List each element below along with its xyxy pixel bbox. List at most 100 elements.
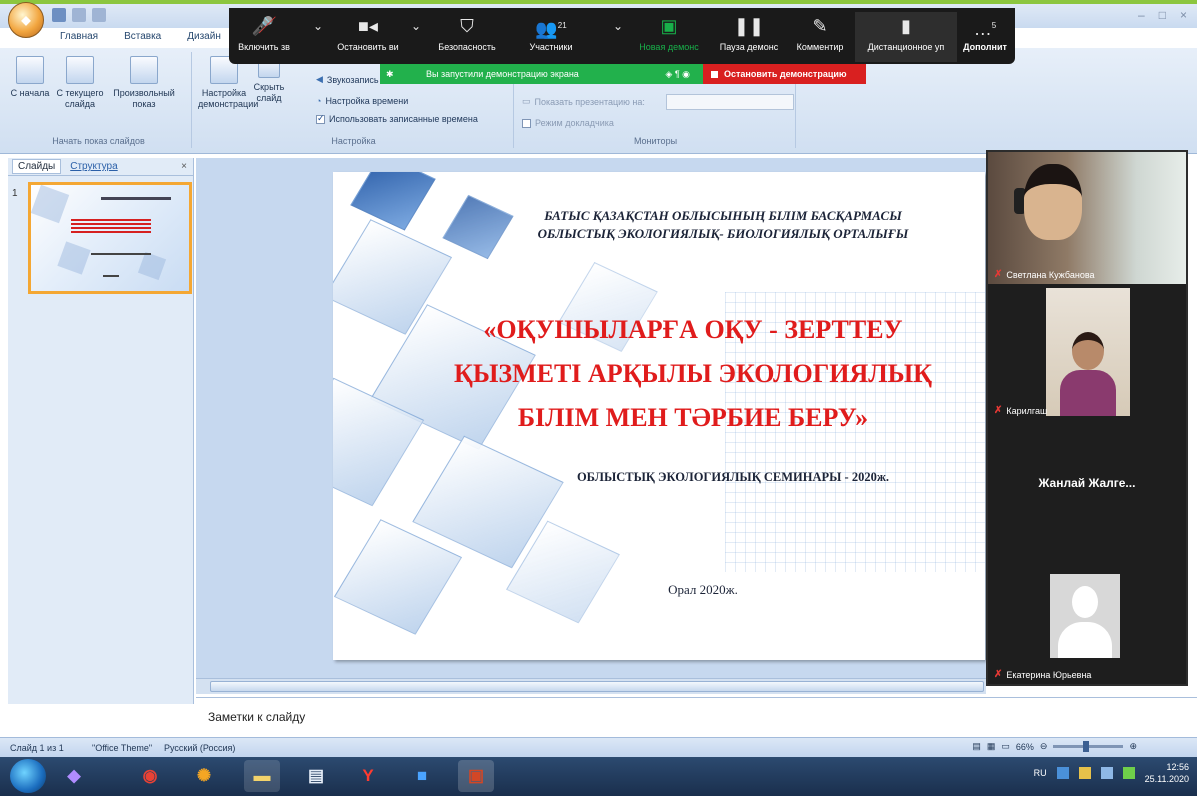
- participants-button[interactable]: 👥21 Участники: [511, 12, 591, 52]
- shield-tray-icon[interactable]: [1078, 767, 1091, 779]
- status-theme: "Office Theme": [92, 743, 153, 753]
- custom-show-icon: [130, 56, 158, 84]
- participant-video: [1046, 288, 1130, 416]
- new-share-button[interactable]: ▣ Новая демонс: [631, 12, 707, 52]
- horizontal-scrollbar[interactable]: [196, 678, 986, 694]
- scrollbar-thumb[interactable]: [210, 681, 984, 692]
- title-line-1: «ОҚУШЫЛАРҒА ОҚУ - ЗЕРТТЕУ: [483, 315, 903, 344]
- start-button[interactable]: [10, 759, 46, 793]
- slideshow-current-icon: [66, 56, 94, 84]
- pause-icon: ❚❚: [733, 16, 765, 36]
- custom-show-button[interactable]: Произвольный показ: [112, 56, 176, 110]
- view-show-icon[interactable]: ▭: [1001, 741, 1010, 752]
- zoom-slider[interactable]: [1053, 741, 1124, 752]
- taskbar: ◆ ◉ ✺ ▬ ▤ Y ■ ▣ RU 12:56 25.11.2020: [0, 757, 1197, 796]
- city-year: Орал 2020ж.: [668, 582, 738, 597]
- record-narration[interactable]: ◀ Звукозапись: [316, 74, 379, 85]
- tab-home[interactable]: Главная: [56, 28, 102, 48]
- video-options-caret[interactable]: ⌄: [407, 12, 425, 42]
- presenter-view-checkbox[interactable]: Режим докладчика: [522, 118, 614, 128]
- notepad-icon[interactable]: ▤: [298, 760, 334, 792]
- security-button[interactable]: ⛉ Безопасность: [429, 12, 505, 52]
- audio-options-caret[interactable]: ⌄: [309, 12, 327, 42]
- zoom-toolbar: 🎤／ Включить зв ⌄ ■◂ Остановить ви ⌄ ⛉ Бе…: [229, 8, 1015, 64]
- tab-design[interactable]: Дизайн: [183, 28, 225, 48]
- mic-muted-icon: 🎤／: [251, 16, 277, 36]
- system-tray: RU 12:56 25.11.2020: [1034, 761, 1189, 785]
- participant-tile[interactable]: ✗ Карилгаш: [988, 288, 1186, 420]
- office-button[interactable]: ◆: [8, 2, 44, 38]
- participants-panel: ✗ Светлана Кужбанова ✗ Карилгаш Жанлай Ж…: [986, 150, 1188, 686]
- network-icon[interactable]: [1056, 767, 1069, 779]
- slide[interactable]: БАТЫС ҚАЗАҚСТАН ОБЛЫСЫНЫҢ БІЛІМ БАСҚАРМА…: [333, 172, 985, 660]
- zoom-out-icon[interactable]: ⊖: [1040, 741, 1048, 752]
- powerpoint-icon[interactable]: ▣: [458, 760, 494, 792]
- setup-show-button[interactable]: Настройка демонстрации: [198, 56, 258, 110]
- app-icon[interactable]: ◆: [56, 760, 92, 792]
- chevron-down-icon: ⌄: [410, 19, 422, 33]
- close-button[interactable]: ×: [1180, 8, 1187, 22]
- clock[interactable]: 12:56 25.11.2020: [1145, 761, 1189, 785]
- more-button[interactable]: …5 Дополнит: [957, 12, 1013, 52]
- save-icon[interactable]: [52, 8, 66, 22]
- from-beginning-button[interactable]: С начала: [10, 56, 50, 99]
- participant-tile[interactable]: ✗ Екатерина Юрьевна: [988, 556, 1186, 684]
- pin-icon: ✱: [386, 68, 394, 79]
- battery-icon[interactable]: [1122, 767, 1135, 779]
- tab-outline[interactable]: Структура: [65, 160, 122, 173]
- participant-name-display: Жанлай Жалге...: [1038, 476, 1136, 490]
- checkbox[interactable]: [522, 118, 531, 128]
- narration-icon: ◀: [316, 74, 323, 84]
- group-start-show: С начала С текущего слайда Произвольный …: [6, 52, 192, 148]
- use-timings-checkbox[interactable]: Использовать записанные времена: [316, 113, 478, 124]
- stop-share-button[interactable]: Остановить демонстрацию: [703, 64, 866, 84]
- group-start-label: Начать показ слайдов: [52, 136, 145, 146]
- notes-pane[interactable]: Заметки к слайду: [196, 697, 1197, 735]
- video-icon: ■◂: [358, 16, 378, 36]
- window-controls: – □ ×: [1138, 8, 1187, 22]
- unmute-button[interactable]: 🎤／ Включить зв: [231, 12, 297, 52]
- rehearse-timings[interactable]: ◔ Настройка времени: [316, 96, 408, 106]
- minimize-button[interactable]: –: [1138, 8, 1145, 22]
- annotate-button[interactable]: ✎ Комментир: [789, 12, 851, 52]
- volume-icon[interactable]: [1100, 767, 1113, 779]
- close-pane-icon[interactable]: ×: [181, 161, 187, 172]
- ribbon-tabs: Главная Вставка Дизайн: [56, 28, 225, 48]
- zoom-in-icon[interactable]: ⊕: [1129, 741, 1137, 752]
- tab-slides[interactable]: Слайды: [12, 159, 62, 174]
- participants-caret[interactable]: ⌄: [609, 12, 627, 42]
- monitor-icon: ▭: [522, 96, 531, 106]
- redo-icon[interactable]: [92, 8, 106, 22]
- chrome-icon[interactable]: ◉: [132, 760, 168, 792]
- decor-cube: [442, 194, 514, 260]
- remote-control-button[interactable]: ▮ Дистанционное уп: [855, 12, 957, 62]
- mic-muted-icon: ✗: [994, 269, 1003, 280]
- language-indicator[interactable]: RU: [1034, 768, 1047, 778]
- participant-tile[interactable]: Жанлай Жалге...: [988, 424, 1186, 552]
- undo-icon[interactable]: [72, 8, 86, 22]
- share-status-icons: ◈ ¶ ◉: [665, 68, 690, 79]
- header-line-2: ОБЛЫСТЫҚ ЭКОЛОГИЯЛЫҚ- БИОЛОГИЯЛЫҚ ОРТАЛЫ…: [537, 226, 909, 241]
- stop-video-button[interactable]: ■◂ Остановить ви: [333, 12, 403, 52]
- tab-insert[interactable]: Вставка: [120, 28, 165, 48]
- status-language: Русский (Россия): [164, 743, 236, 753]
- checkbox[interactable]: [316, 113, 325, 124]
- yandex-icon[interactable]: Y: [350, 760, 386, 792]
- chevron-down-icon: ⌄: [612, 19, 624, 33]
- zoom-level[interactable]: 66%: [1016, 742, 1034, 752]
- monitor-select[interactable]: [666, 94, 794, 110]
- explorer-icon[interactable]: ▬: [244, 760, 280, 792]
- zoom-app-icon[interactable]: ■: [404, 760, 440, 792]
- view-normal-icon[interactable]: ▤: [972, 741, 981, 752]
- from-current-button[interactable]: С текущего слайда: [54, 56, 106, 110]
- title-line-3: БІЛІМ МЕН ТӘРБИЕ БЕРУ»: [517, 403, 869, 432]
- group-setup-label: Настройка: [331, 136, 376, 146]
- participant-tile[interactable]: ✗ Светлана Кужбанова: [988, 152, 1186, 284]
- mouse-icon: ▮: [901, 16, 911, 36]
- slide-thumbnail[interactable]: [28, 182, 192, 294]
- shield-icon: ⛉: [460, 16, 474, 36]
- pause-share-button[interactable]: ❚❚ Пауза демонс: [711, 12, 787, 52]
- settings-app-icon[interactable]: ✺: [186, 760, 222, 792]
- view-sorter-icon[interactable]: ▦: [987, 741, 996, 752]
- maximize-button[interactable]: □: [1159, 8, 1166, 22]
